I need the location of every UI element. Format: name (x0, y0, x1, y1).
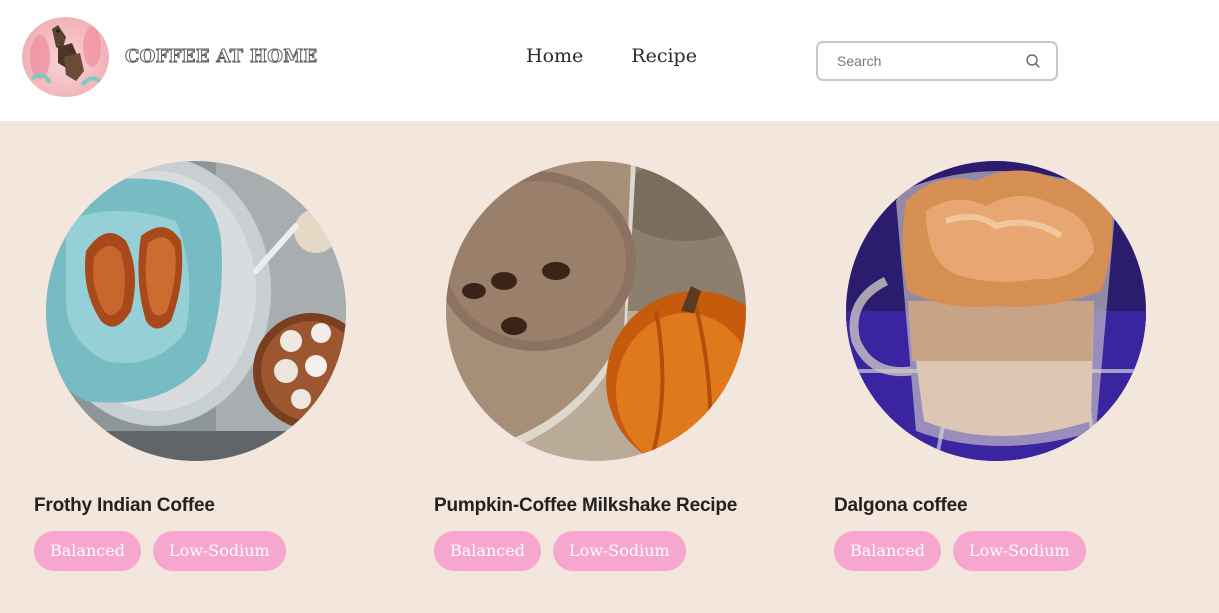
recipe-card[interactable]: Frothy Indian Coffee Balanced Low-Sodium (34, 121, 374, 613)
recipe-title[interactable]: Pumpkin-Coffee Milkshake Recipe (434, 495, 737, 517)
recipe-photo[interactable] (846, 161, 1146, 461)
tag-list: Balanced Low-Sodium (434, 531, 686, 571)
croissants-and-cookies-photo (46, 161, 346, 461)
recipe-title[interactable]: Dalgona coffee (834, 495, 968, 517)
dalgona-coffee-photo (846, 161, 1146, 461)
nav-home-link[interactable]: Home (526, 42, 583, 70)
tag-balanced[interactable]: Balanced (434, 531, 541, 571)
search-box (816, 41, 1058, 81)
brand-logo[interactable] (22, 17, 109, 97)
main-nav: Home Recipe (526, 42, 697, 70)
tag-low-sodium[interactable]: Low-Sodium (952, 531, 1086, 571)
tag-balanced[interactable]: Balanced (34, 531, 141, 571)
recipe-photo[interactable] (46, 161, 346, 461)
recipe-photo[interactable] (446, 161, 746, 461)
recipe-card[interactable]: Dalgona coffee Balanced Low-Sodium (834, 121, 1174, 613)
recipe-grid: Frothy Indian Coffee Balanced Low-Sodium (0, 121, 1219, 613)
recipe-title[interactable]: Frothy Indian Coffee (34, 495, 215, 517)
tag-low-sodium[interactable]: Low-Sodium (152, 531, 286, 571)
search-icon[interactable] (1025, 53, 1041, 69)
header: COFFEE AT HOME Home Recipe (0, 0, 1219, 121)
search-input[interactable] (837, 51, 1017, 71)
brand-name[interactable]: COFFEE AT HOME (124, 45, 317, 69)
tag-low-sodium[interactable]: Low-Sodium (552, 531, 686, 571)
tag-list: Balanced Low-Sodium (34, 531, 286, 571)
dog-logo-icon (30, 25, 104, 87)
nav-recipe-link[interactable]: Recipe (631, 42, 697, 70)
pumpkin-milkshake-photo (446, 161, 746, 461)
tag-list: Balanced Low-Sodium (834, 531, 1086, 571)
tag-balanced[interactable]: Balanced (834, 531, 941, 571)
recipe-card[interactable]: Pumpkin-Coffee Milkshake Recipe Balanced… (434, 121, 774, 613)
